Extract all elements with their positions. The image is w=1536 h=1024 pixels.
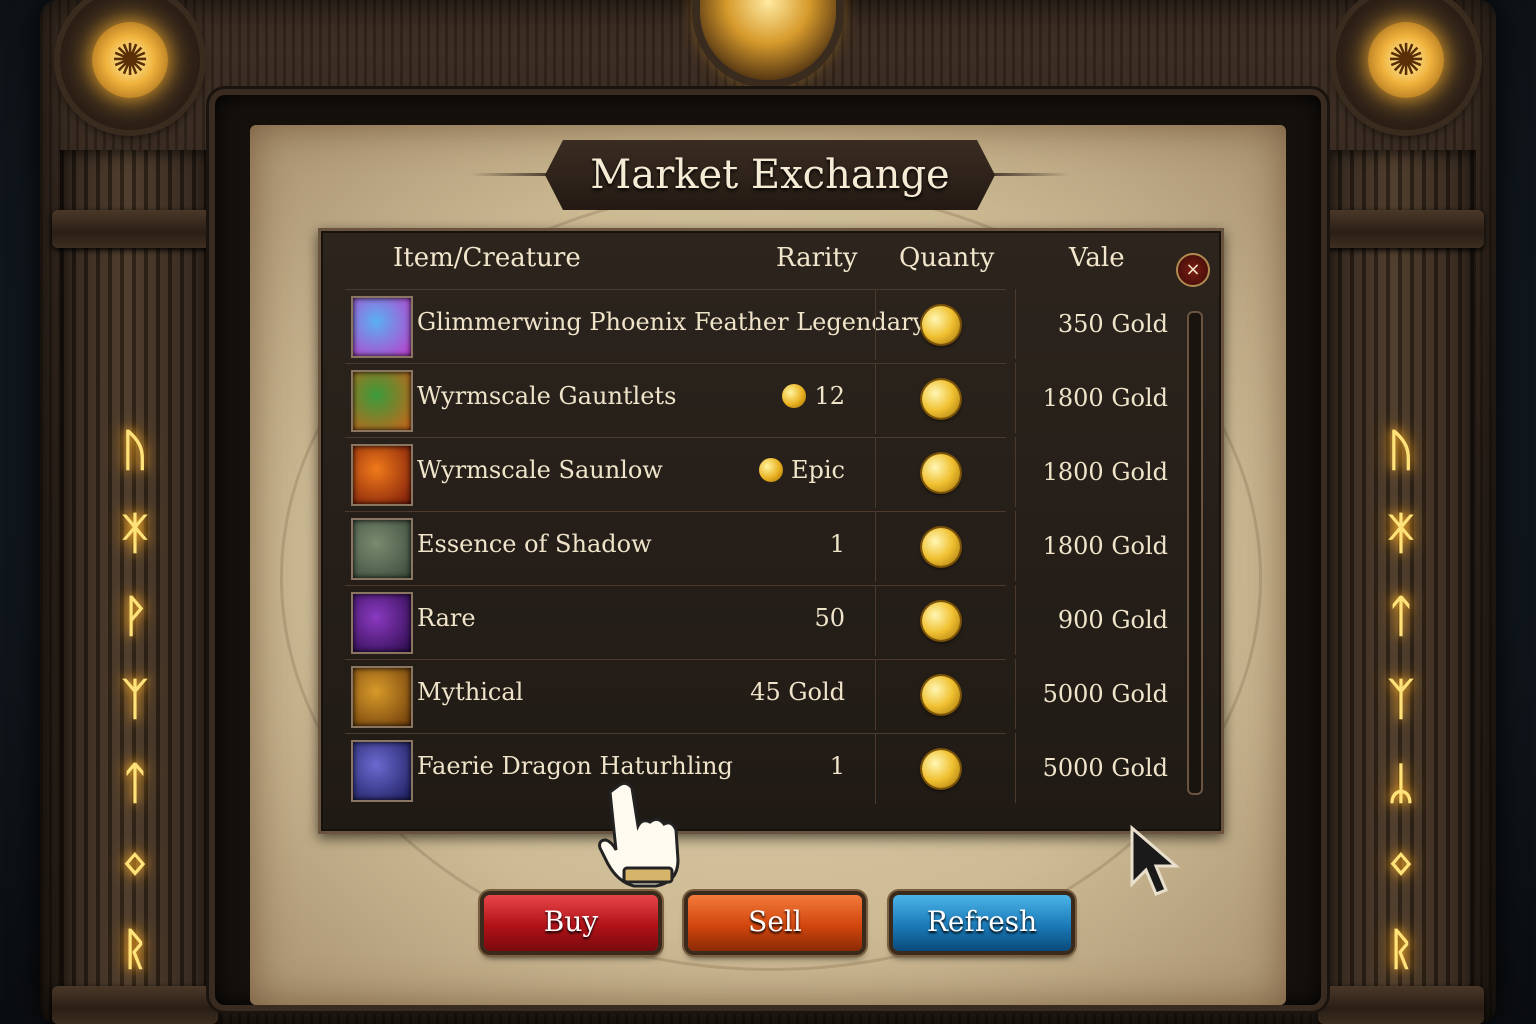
item-name: Faerie Dragon Haturhling xyxy=(417,752,733,780)
quantity-cell xyxy=(875,659,1006,730)
item-rarity-text: 1 xyxy=(829,530,845,558)
item-name: Wyrmscale Saunlow xyxy=(417,456,663,484)
sell-button[interactable]: Sell xyxy=(688,895,862,951)
rune-column-right: ᚢᛡᛏᛉᛦᛜᚱ xyxy=(1387,425,1415,975)
item-value: 1800 Gold xyxy=(1015,437,1168,507)
item-rarity-text: 1 xyxy=(829,752,845,780)
purple-creature-icon xyxy=(351,592,413,654)
quantity-cell xyxy=(875,437,1006,508)
item-name: Mythical xyxy=(417,678,524,706)
gold-coin-icon xyxy=(922,602,960,640)
right-pillar: ᚢᛡᛏᛉᛦᛜᚱ xyxy=(1318,150,1484,1024)
quantity-cell xyxy=(875,363,1006,434)
item-value: 1800 Gold xyxy=(1015,363,1168,433)
gold-coin-icon xyxy=(782,384,807,408)
shadow-beast-icon xyxy=(351,518,413,580)
gold-coin-icon xyxy=(922,528,960,566)
golden-serpent-icon xyxy=(351,666,413,728)
column-header-quantity: Quanty xyxy=(899,243,995,273)
item-rarity-text: 12 xyxy=(814,382,845,410)
flame-sword-icon xyxy=(351,444,413,506)
gold-coin-icon xyxy=(922,306,960,344)
title-banner: Market Exchange xyxy=(545,140,995,210)
column-header-value: Vale xyxy=(1069,243,1125,273)
item-value: 5000 Gold xyxy=(1015,659,1168,729)
item-value: 5000 Gold xyxy=(1015,733,1168,803)
gold-coin-icon xyxy=(922,454,960,492)
item-rarity-text: 50 xyxy=(814,604,845,632)
pointing-hand-cursor-icon xyxy=(598,781,680,888)
pillar-band xyxy=(1318,210,1484,248)
page-title: Market Exchange xyxy=(590,152,950,198)
column-header-rarity: Rarity xyxy=(776,243,858,273)
item-value: 1800 Gold xyxy=(1015,511,1168,581)
gold-coin-icon xyxy=(922,750,960,788)
gold-coin-icon xyxy=(759,458,783,482)
faerie-dragon-icon xyxy=(351,740,413,802)
item-rarity: 12 xyxy=(782,382,845,410)
left-pillar: ᚢᛡᚹᛉᛏᛜᚱ xyxy=(52,150,218,1024)
arrow-cursor-icon xyxy=(1130,824,1181,896)
rune-column-left: ᚢᛡᚹᛉᛏᛜᚱ xyxy=(121,425,149,975)
close-button[interactable]: × xyxy=(1176,253,1210,287)
item-rarity-text: Epic xyxy=(791,456,845,484)
triskelion-icon: ✺ xyxy=(92,22,168,98)
item-value: 350 Gold xyxy=(1015,289,1168,359)
gold-coin-icon xyxy=(922,676,960,714)
gauntlets-icon xyxy=(351,370,413,432)
item-rarity: Epic xyxy=(759,456,845,484)
pillar-band xyxy=(52,210,218,248)
quantity-cell xyxy=(875,289,1006,360)
item-name: Essence of Shadow xyxy=(417,530,652,558)
quantity-cell xyxy=(875,511,1006,582)
item-value: 900 Gold xyxy=(1015,585,1168,655)
quantity-cell xyxy=(875,733,1006,804)
gold-coin-icon xyxy=(922,380,960,418)
item-rarity: 1 xyxy=(830,752,845,780)
pillar-band xyxy=(52,986,218,1024)
item-name: Glimmerwing Phoenix Feather Legendary xyxy=(417,308,927,336)
buy-button[interactable]: Buy xyxy=(484,895,658,951)
item-rarity-text: 45 Gold xyxy=(750,678,845,706)
triskelion-icon: ✺ xyxy=(1368,22,1444,98)
item-name: Wyrmscale Gauntlets xyxy=(417,382,677,410)
scrollbar[interactable] xyxy=(1187,311,1203,795)
pillar-band xyxy=(1318,986,1484,1024)
item-rarity: 1 xyxy=(830,530,845,558)
column-header-item: Item/Creature xyxy=(393,243,581,273)
quantity-cell xyxy=(875,585,1006,656)
item-name: Rare xyxy=(417,604,476,632)
phoenix-feather-icon xyxy=(351,296,413,358)
item-rarity: 45 Gold xyxy=(750,678,845,706)
item-rarity: 50 xyxy=(814,604,845,632)
refresh-button[interactable]: Refresh xyxy=(893,895,1071,951)
market-table: Item/Creature Rarity Quanty Vale × Glimm… xyxy=(318,228,1224,834)
